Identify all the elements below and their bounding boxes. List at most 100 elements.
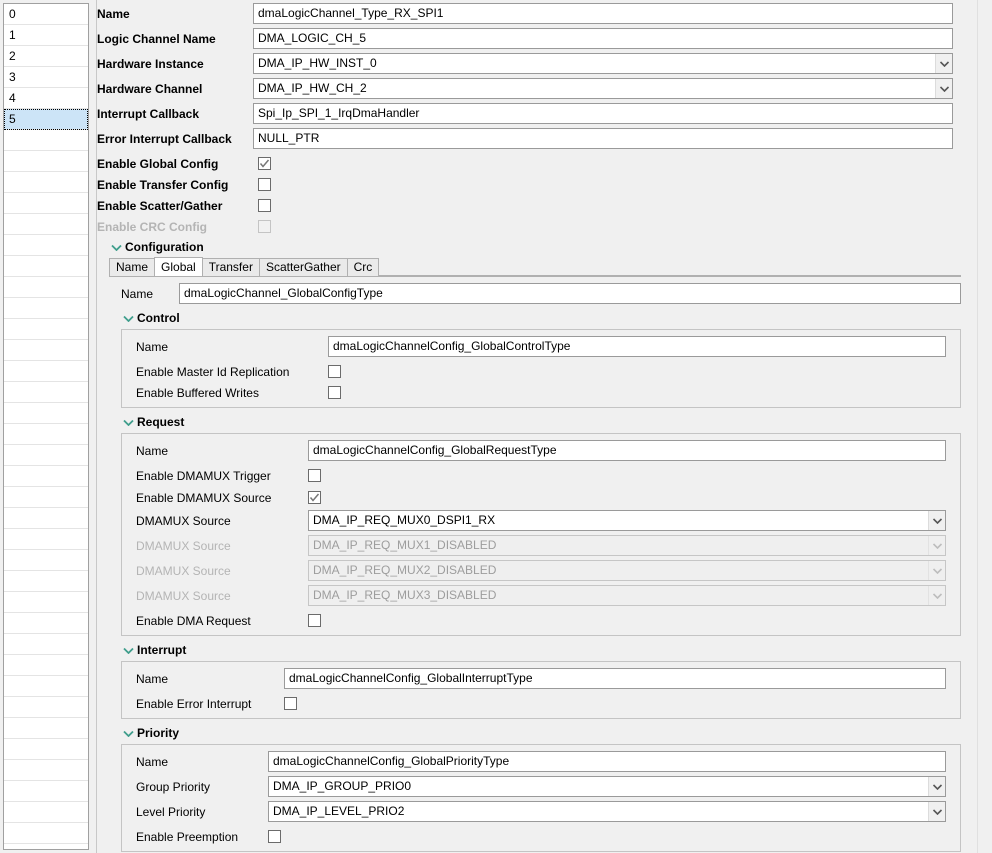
enable-transfer-config-checkbox[interactable]	[258, 178, 271, 191]
section-title: Interrupt	[137, 643, 187, 657]
chevron-down-icon[interactable]	[928, 777, 945, 796]
enable-error-interrupt-checkbox[interactable]	[284, 697, 297, 710]
tab-global[interactable]: Global	[154, 257, 203, 276]
chevron-down-icon[interactable]	[121, 647, 135, 654]
list-item-empty	[4, 739, 88, 760]
request-name-input[interactable]: dmaLogicChannelConfig_GlobalRequestType	[308, 440, 946, 461]
list-item-empty	[4, 193, 88, 214]
chevron-down-icon[interactable]	[109, 244, 123, 251]
field-label: Name	[97, 6, 130, 21]
list-item-empty	[4, 256, 88, 277]
vertical-scrollbar[interactable]	[977, 0, 992, 853]
enable-global-config-checkbox[interactable]	[258, 157, 271, 170]
chevron-down-icon	[928, 561, 945, 580]
tab-crc[interactable]: Crc	[346, 258, 380, 276]
control-section-header[interactable]: Control	[121, 309, 961, 327]
level-priority-select[interactable]: DMA_IP_LEVEL_PRIO2	[268, 801, 946, 822]
checkbox-row-enable-transfer-config: Enable Transfer Config	[97, 174, 992, 195]
list-item-empty	[4, 277, 88, 298]
name-input[interactable]: dmaLogicChannel_Type_RX_SPI1	[253, 3, 953, 24]
section-title: Configuration	[125, 240, 204, 254]
global-config-name-input[interactable]: dmaLogicChannel_GlobalConfigType	[179, 283, 961, 304]
group-priority-value: DMA_IP_GROUP_PRIO0	[273, 779, 412, 793]
tab-name[interactable]: Name	[109, 258, 156, 276]
enable-dmamux-trigger-checkbox[interactable]	[308, 469, 321, 482]
list-item-empty	[4, 760, 88, 781]
checkbox-row-buffered-writes: Enable Buffered Writes	[136, 382, 960, 403]
list-item-empty	[4, 466, 88, 487]
interrupt-section-header[interactable]: Interrupt	[121, 641, 961, 659]
control-name-input[interactable]: dmaLogicChannelConfig_GlobalControlType	[328, 336, 946, 357]
field-label: Level Priority	[136, 804, 206, 819]
group-priority-select[interactable]: DMA_IP_GROUP_PRIO0	[268, 776, 946, 797]
dmamux-source-0-select[interactable]: DMA_IP_REQ_MUX0_DSPI1_RX	[308, 510, 946, 531]
field-row-dmamux-source-0: DMAMUX Source DMA_IP_REQ_MUX0_DSPI1_RX	[136, 510, 960, 531]
enable-preemption-checkbox[interactable]	[268, 830, 281, 843]
checkbox-label: Enable Global Config	[97, 156, 219, 171]
list-item-empty	[4, 550, 88, 571]
list-item-empty	[4, 823, 88, 844]
chevron-down-icon[interactable]	[121, 730, 135, 737]
enable-dmamux-source-checkbox[interactable]	[308, 491, 321, 504]
list-item-empty	[4, 361, 88, 382]
list-item-selected[interactable]: 5	[4, 109, 88, 130]
field-label: DMAMUX Source	[136, 563, 231, 578]
list-item-empty	[4, 781, 88, 802]
enable-dma-request-checkbox[interactable]	[308, 614, 321, 627]
field-label: Interrupt Callback	[97, 106, 200, 121]
list-item-empty	[4, 340, 88, 361]
interrupt-name-input[interactable]: dmaLogicChannelConfig_GlobalInterruptTyp…	[284, 668, 946, 689]
field-row-priority-name: Name dmaLogicChannelConfig_GlobalPriorit…	[136, 751, 960, 772]
chevron-down-icon[interactable]	[121, 315, 135, 322]
logic-channel-name-input[interactable]: DMA_LOGIC_CH_5	[253, 28, 953, 49]
error-interrupt-callback-input[interactable]: NULL_PTR	[253, 128, 953, 149]
hardware-instance-value: DMA_IP_HW_INST_0	[258, 56, 377, 70]
field-row-dmamux-source-1: DMAMUX Source DMA_IP_REQ_MUX1_DISABLED	[136, 535, 960, 556]
field-label: Name	[136, 443, 169, 458]
dma-channel-config-editor: 0 1 2 3 4 5 Name dmaLogicChannel_Type_RX…	[0, 0, 992, 853]
field-row-level-priority: Level Priority DMA_IP_LEVEL_PRIO2	[136, 801, 960, 822]
list-item[interactable]: 2	[4, 46, 88, 67]
global-tab-panel: Name dmaLogicChannel_GlobalConfigType Co…	[109, 277, 961, 852]
checkbox-label: Enable Buffered Writes	[136, 385, 259, 400]
config-form-pane: Name dmaLogicChannel_Type_RX_SPI1 Logic …	[96, 0, 992, 853]
field-label: Name	[136, 339, 169, 354]
section-title: Control	[137, 311, 180, 325]
list-item[interactable]: 4	[4, 88, 88, 109]
hardware-instance-select[interactable]: DMA_IP_HW_INST_0	[253, 53, 953, 74]
field-row-hardware-instance: Hardware Instance DMA_IP_HW_INST_0	[97, 53, 992, 74]
checkbox-row-preemption: Enable Preemption	[136, 826, 960, 847]
enable-crc-config-checkbox	[258, 220, 271, 233]
field-row-error-interrupt-callback: Error Interrupt Callback NULL_PTR	[97, 128, 992, 149]
tab-transfer[interactable]: Transfer	[201, 258, 260, 276]
dmamux-source-1-value: DMA_IP_REQ_MUX1_DISABLED	[313, 538, 497, 552]
chevron-down-icon[interactable]	[928, 511, 945, 530]
list-item-empty	[4, 424, 88, 445]
interrupt-callback-input[interactable]: Spi_Ip_SPI_1_IrqDmaHandler	[253, 103, 953, 124]
configuration-tab-container: Name Global Transfer ScatterGather Crc N…	[109, 257, 961, 852]
priority-section-header[interactable]: Priority	[121, 724, 961, 742]
hardware-channel-select[interactable]: DMA_IP_HW_CH_2	[253, 78, 953, 99]
chevron-down-icon	[928, 536, 945, 555]
checkbox-row-enable-scatter-gather: Enable Scatter/Gather	[97, 195, 992, 216]
chevron-down-icon[interactable]	[928, 802, 945, 821]
enable-buffered-writes-checkbox[interactable]	[328, 386, 341, 399]
request-section-header[interactable]: Request	[121, 413, 961, 431]
channel-index-list[interactable]: 0 1 2 3 4 5	[3, 3, 89, 850]
chevron-down-icon[interactable]	[121, 419, 135, 426]
enable-scatter-gather-checkbox[interactable]	[258, 199, 271, 212]
enable-master-id-replication-checkbox[interactable]	[328, 365, 341, 378]
chevron-down-icon[interactable]	[935, 79, 952, 98]
configuration-section-header[interactable]: Configuration	[109, 238, 992, 256]
tab-scattergather[interactable]: ScatterGather	[258, 258, 348, 276]
interrupt-panel: Name dmaLogicChannelConfig_GlobalInterru…	[121, 661, 961, 719]
list-item[interactable]: 1	[4, 25, 88, 46]
checkbox-label: Enable Scatter/Gather	[97, 198, 223, 213]
priority-name-input[interactable]: dmaLogicChannelConfig_GlobalPriorityType	[268, 751, 946, 772]
field-label: DMAMUX Source	[136, 513, 231, 528]
list-item-empty	[4, 151, 88, 172]
list-item[interactable]: 3	[4, 67, 88, 88]
chevron-down-icon[interactable]	[935, 54, 952, 73]
list-item[interactable]: 0	[4, 4, 88, 25]
list-item-empty	[4, 634, 88, 655]
